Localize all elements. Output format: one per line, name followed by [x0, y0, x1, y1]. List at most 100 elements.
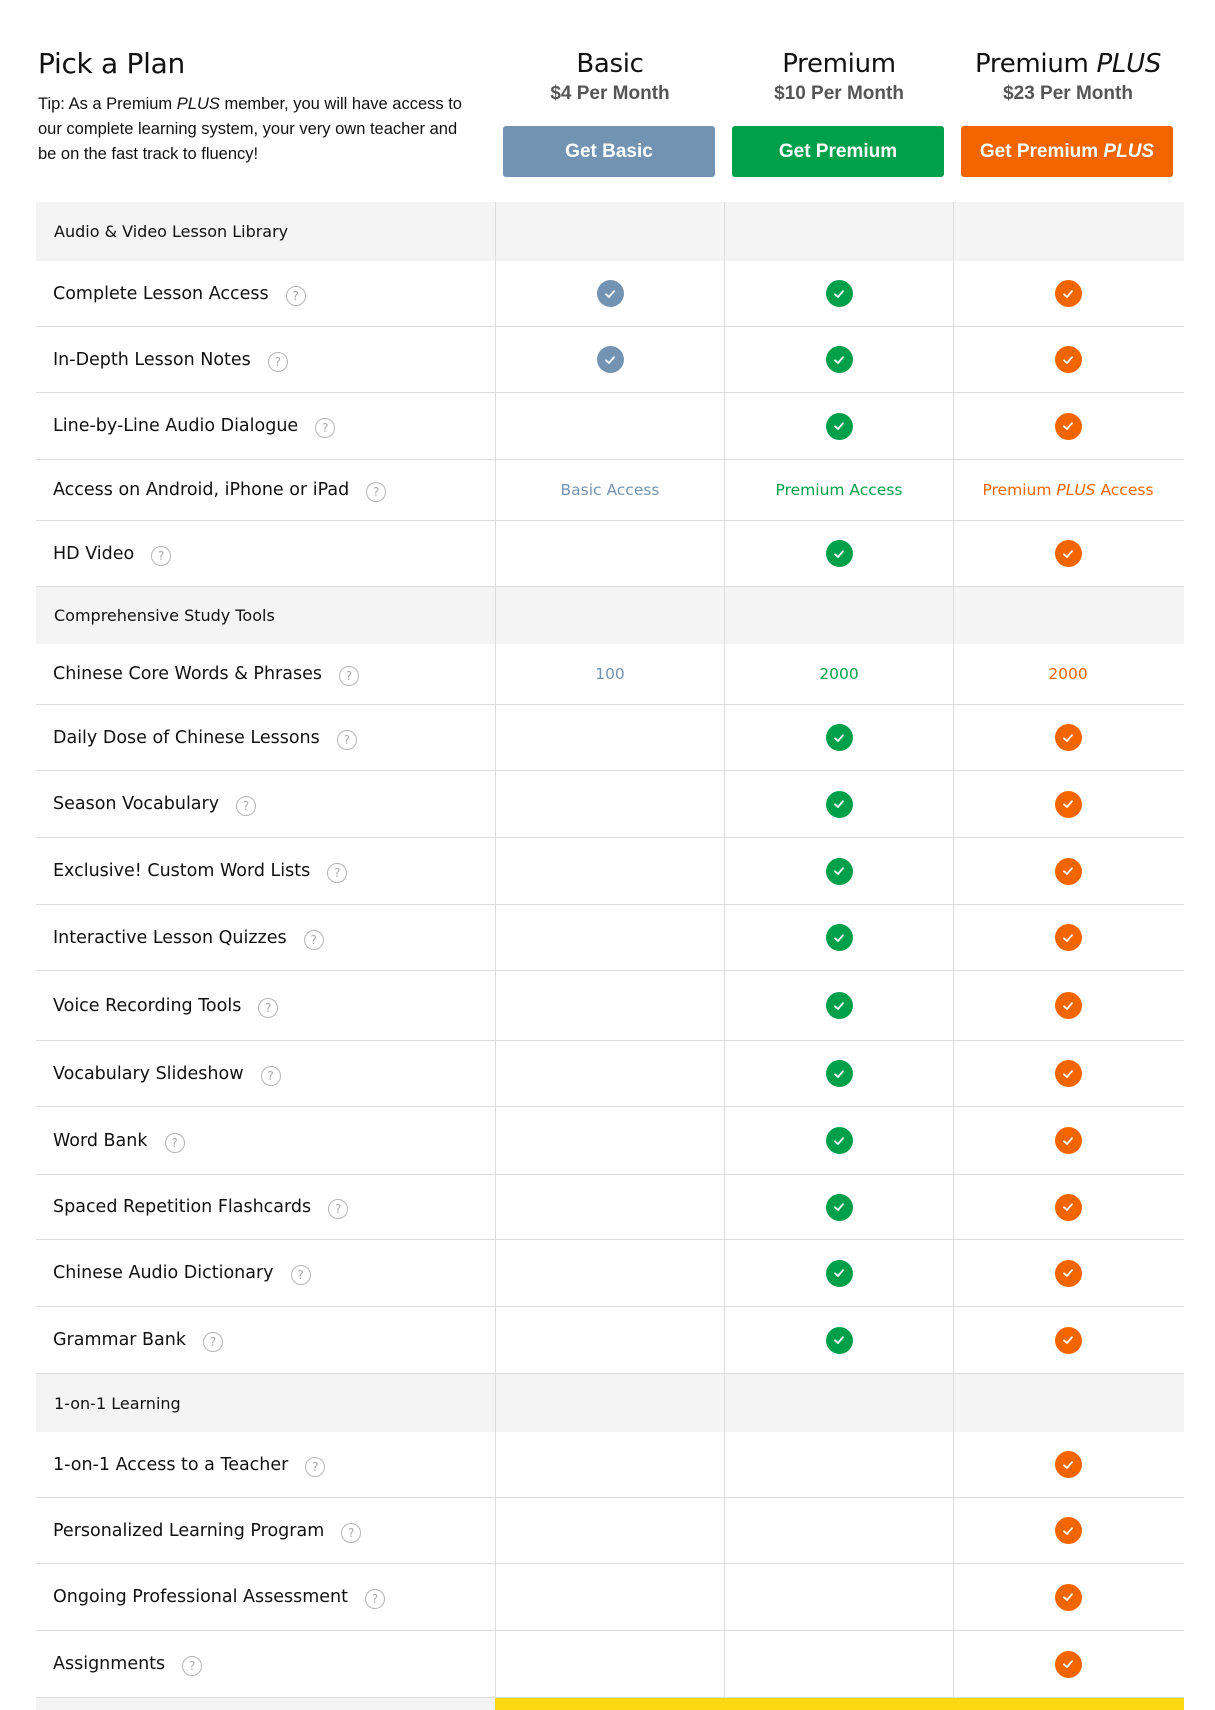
get-basic-button[interactable]: Get Basic [503, 126, 715, 177]
feature-label: HD Video [53, 543, 135, 564]
plan-cell-premium-plus [953, 705, 1182, 770]
help-icon[interactable]: ? [336, 729, 357, 750]
feature-row: Chinese Audio Dictionary? [36, 1240, 1184, 1307]
plan-cell-premium [724, 1631, 953, 1697]
get-premium-button[interactable]: Get Premium [732, 126, 944, 177]
cell-value: Premium Access [775, 481, 903, 499]
check-icon [825, 1060, 853, 1087]
help-icon[interactable]: ? [341, 1522, 362, 1543]
help-icon[interactable]: ? [338, 666, 359, 686]
help-icon[interactable]: ? [303, 929, 324, 950]
check-icon [1054, 992, 1082, 1019]
plan-cell-premium-plus [953, 1107, 1182, 1174]
feature-row: Spaced Repetition Flashcards? [36, 1175, 1184, 1240]
section-title: Comprehensive Study Tools [36, 587, 495, 644]
check-icon [1054, 1259, 1082, 1287]
check-icon [825, 346, 853, 373]
check-icon [1054, 1451, 1082, 1478]
feature-label-cell: In-Depth Lesson Notes? [36, 327, 495, 392]
feature-row: Ongoing Professional Assessment? [36, 1564, 1184, 1631]
check-icon [596, 346, 624, 373]
check-icon [1054, 1193, 1082, 1221]
help-icon[interactable]: ? [164, 1132, 185, 1153]
plan-cell-premium [724, 1432, 953, 1497]
feature-label-cell: Chinese Core Words & Phrases? [36, 644, 495, 704]
plan-premium: Premium $10 Per Month Get Premium [724, 46, 954, 177]
feature-row: Daily Dose of Chinese Lessons? [36, 705, 1184, 771]
feature-label: Voice Recording Tools [53, 995, 242, 1016]
plan-cell-premium-plus [953, 971, 1182, 1040]
help-icon[interactable]: ? [365, 1589, 386, 1609]
plan-cell-basic [495, 521, 724, 586]
help-icon[interactable]: ? [236, 796, 257, 816]
plan-cell-premium [724, 1564, 953, 1630]
feature-label: Line-by-Line Audio Dialogue [53, 416, 299, 436]
check-icon [1054, 1127, 1082, 1154]
plan-cell-premium-plus [953, 587, 1182, 644]
check-icon [1054, 540, 1082, 567]
plan-name: Premium [782, 49, 896, 79]
check-icon [1054, 857, 1082, 885]
plan-cell-premium [724, 1240, 953, 1306]
help-icon[interactable]: ? [327, 863, 348, 883]
feature-label-cell: Voice Recording Tools? [36, 971, 495, 1040]
feature-label: Grammar Bank [53, 1330, 187, 1350]
help-icon[interactable]: ? [182, 1656, 203, 1676]
section-title: 1-on-1 Learning [36, 1374, 495, 1432]
feature-label-cell: Daily Dose of Chinese Lessons? [36, 705, 495, 770]
feature-row: Interactive Lesson Quizzes? [36, 905, 1184, 971]
section-title: Audio & Video Lesson Library [36, 202, 495, 261]
cell-value: 100 [595, 665, 625, 683]
plan-cell-basic [495, 1432, 724, 1497]
plan-cell-premium [724, 202, 953, 261]
plan-cell-premium-plus [953, 261, 1182, 326]
help-icon[interactable]: ? [285, 285, 306, 306]
plan-cell-premium [724, 1041, 953, 1106]
plan-cell-premium [724, 521, 953, 586]
tip-prefix: Tip: As a Premium [38, 95, 177, 113]
plan-cell-premium-plus [953, 1307, 1182, 1373]
feature-row: Season Vocabulary? [36, 771, 1184, 838]
check-icon [1054, 1060, 1082, 1087]
section-header-row: Comprehensive Study Tools [36, 587, 1184, 644]
check-icon [825, 412, 853, 440]
help-icon[interactable]: ? [366, 482, 387, 502]
feature-label: Chinese Audio Dictionary [53, 1263, 274, 1283]
check-icon [825, 924, 853, 951]
plan-cell-premium [724, 393, 953, 459]
help-icon[interactable]: ? [305, 1456, 326, 1477]
plan-cell-premium: Premium Access [724, 460, 953, 520]
check-icon [825, 280, 853, 307]
feature-label: In-Depth Lesson Notes [53, 349, 251, 370]
check-icon [825, 1193, 853, 1221]
plan-cell-basic [495, 1175, 724, 1239]
plan-cell-basic [495, 771, 724, 837]
tip-emphasis: PLUS [176, 95, 220, 113]
help-icon[interactable]: ? [203, 1332, 224, 1352]
check-icon [825, 540, 853, 567]
plan-cell-premium-plus [953, 1374, 1182, 1432]
feature-label-cell: Complete Lesson Access? [36, 261, 495, 326]
plan-cell-premium-plus [953, 1564, 1182, 1630]
check-icon [1054, 280, 1082, 307]
feature-label-cell: 1-on-1 Access to a Teacher? [36, 1432, 495, 1497]
section-header-row: 1-on-1 Learning [36, 1374, 1184, 1432]
plan-basic: Basic $4 Per Month Get Basic [495, 46, 725, 177]
help-icon[interactable]: ? [328, 1199, 349, 1219]
plan-price: $23 Per Month [1003, 83, 1133, 104]
help-icon[interactable]: ? [151, 545, 172, 566]
help-icon[interactable]: ? [315, 418, 336, 438]
check-icon [825, 857, 853, 885]
help-icon[interactable]: ? [290, 1265, 311, 1285]
section-header-row: Audio & Video Lesson Library [36, 202, 1184, 261]
help-icon[interactable]: ? [267, 351, 288, 372]
feature-row: Chinese Core Words & Phrases? 100 2000 2000 [36, 644, 1184, 705]
plan-cell-basic [495, 202, 724, 261]
get-premium-plus-button[interactable]: Get Premium PLUS [961, 126, 1173, 177]
feature-label: Complete Lesson Access [53, 283, 269, 304]
help-icon[interactable]: ? [260, 1065, 281, 1086]
help-icon[interactable]: ? [258, 997, 279, 1018]
feature-label: Access on Android, iPhone or iPad [53, 480, 350, 500]
plan-cell-basic [495, 905, 724, 970]
footer-left [36, 1698, 495, 1710]
